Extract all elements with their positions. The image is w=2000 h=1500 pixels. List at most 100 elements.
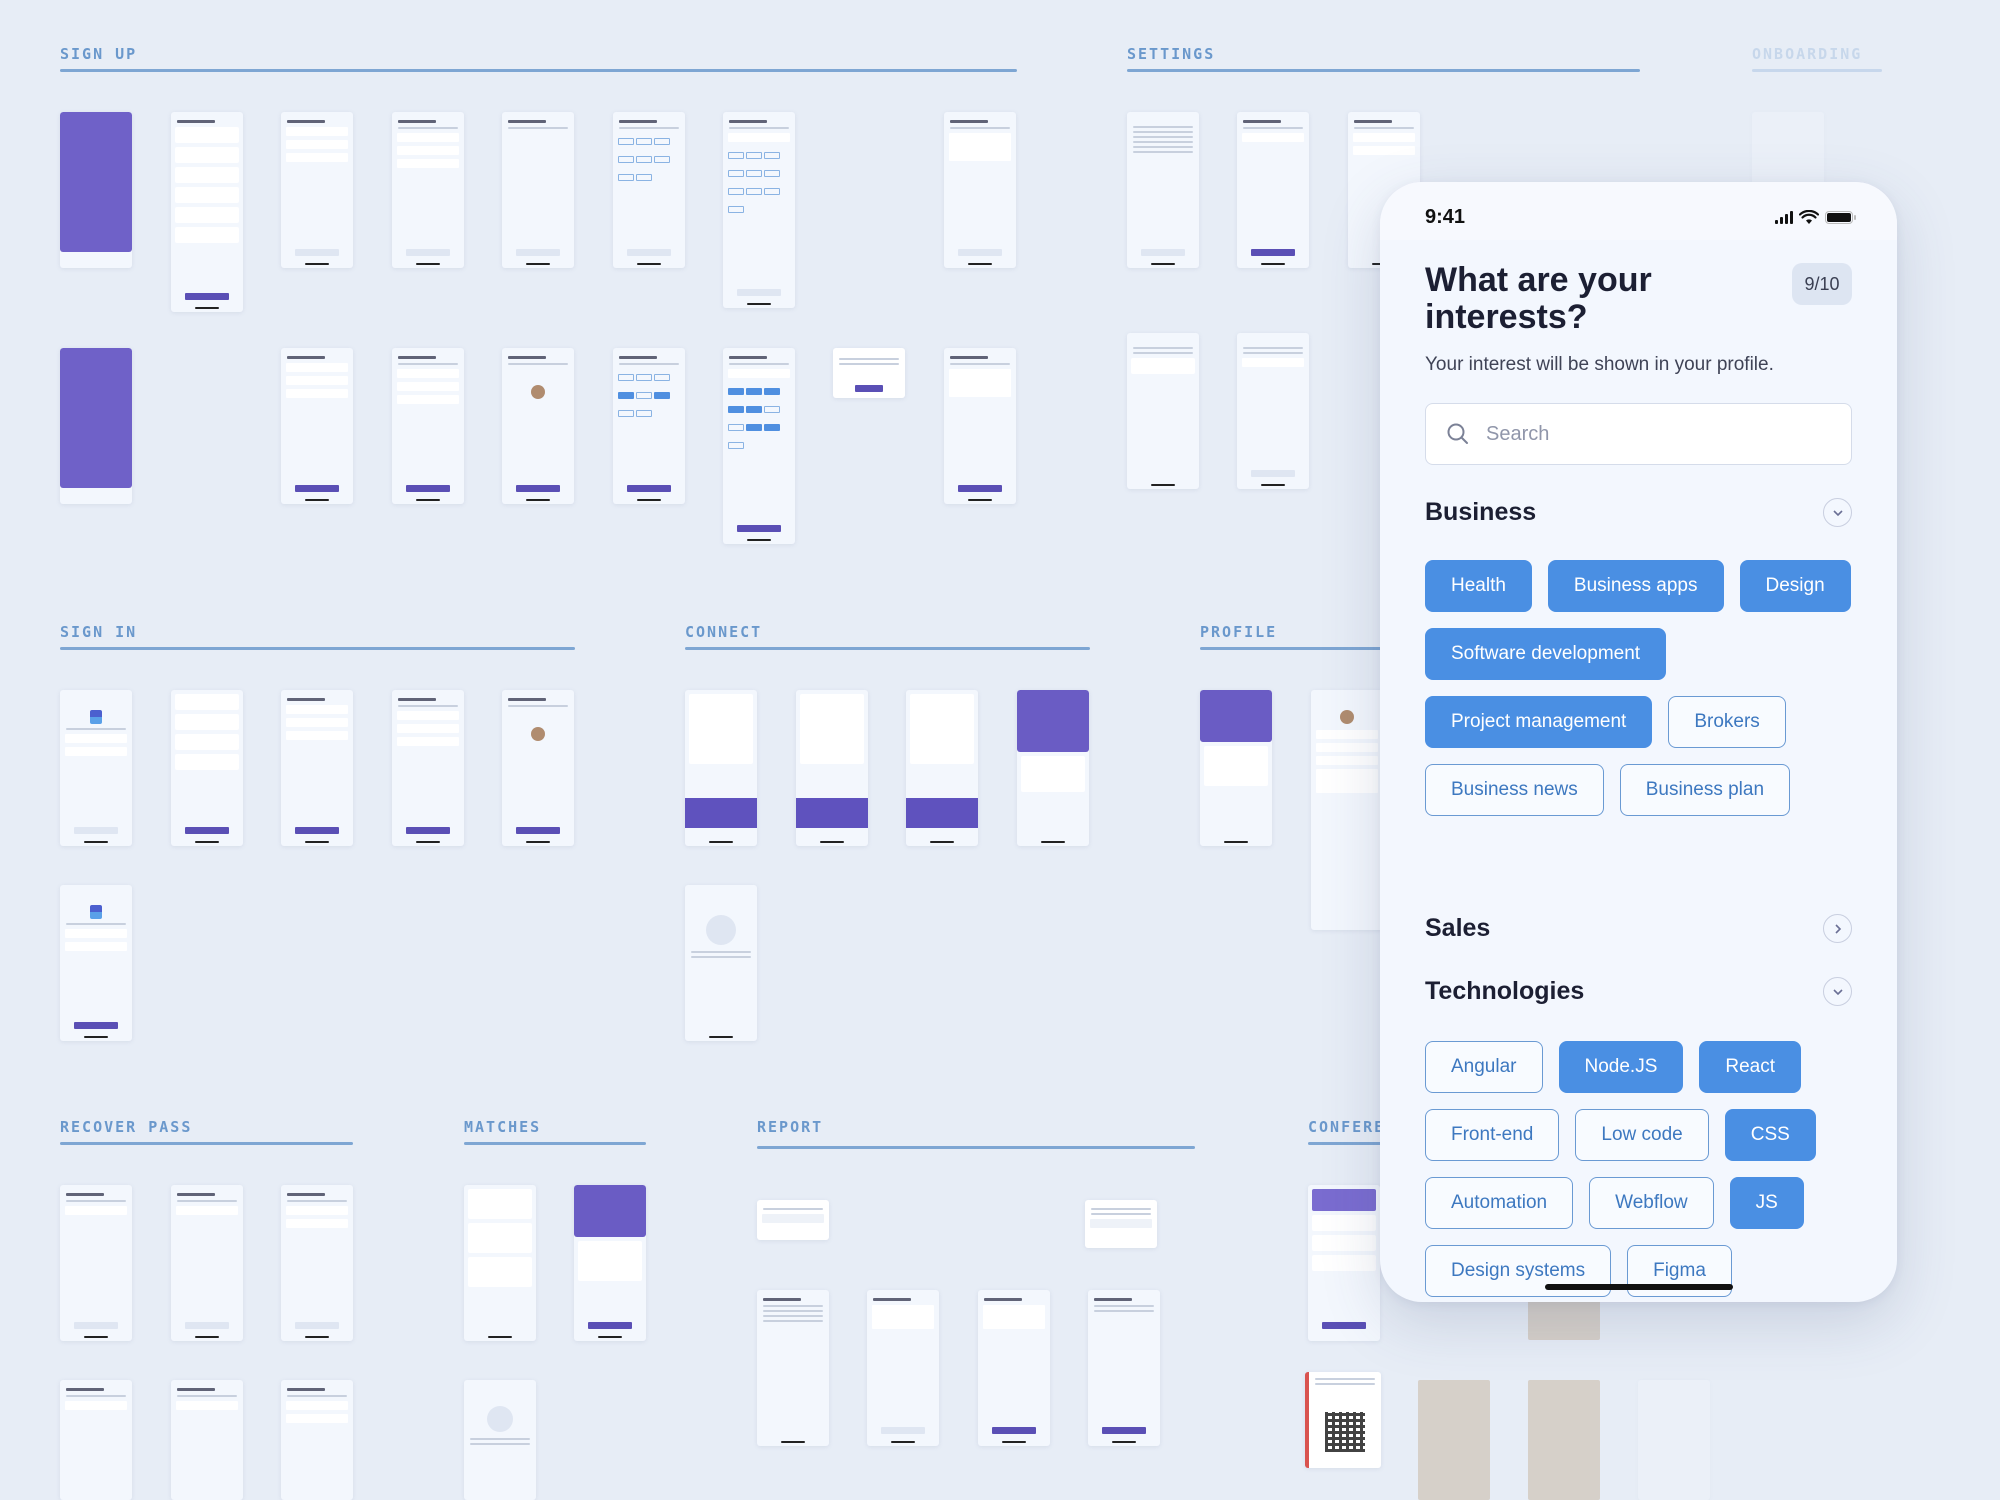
screen-thumbnail-new-password-filled[interactable] [281, 1380, 353, 1500]
interests-phone-screen: 9:41 What are your interests? 9/10 Your … [1380, 182, 1897, 1302]
section-title-sign-in: SIGN IN [60, 623, 138, 641]
interest-chip[interactable]: Health [1425, 560, 1532, 612]
screen-thumbnail-sign-up-bio-filled[interactable] [944, 348, 1016, 504]
screen-thumbnail-password-recovery-filled[interactable] [60, 1380, 132, 1500]
screen-thumbnail-report-reason[interactable] [757, 1290, 829, 1446]
screen-thumbnail-sign-up-looking-for-filled[interactable] [613, 348, 685, 504]
screen-thumbnail-sign-in-photo[interactable] [502, 690, 574, 846]
screen-thumbnail-sign-up-photo[interactable] [502, 112, 574, 268]
screen-thumbnail-profile-edit[interactable] [1311, 690, 1383, 930]
screen-thumbnail-settings-menu[interactable] [1127, 112, 1199, 268]
home-indicator [1545, 1284, 1733, 1290]
interest-chip[interactable]: Front-end [1425, 1109, 1560, 1161]
screen-thumbnail-sign-up-welcome[interactable] [60, 112, 132, 268]
screen-thumbnail-conference-code[interactable] [1638, 1380, 1710, 1500]
section-title-connect: CONNECT [685, 623, 763, 641]
interest-chip[interactable]: Design [1739, 560, 1851, 612]
screen-thumbnail-sign-up-social-filled[interactable] [392, 348, 464, 504]
section-title-recover-pass: RECOVER PASS [60, 1118, 193, 1136]
interest-chip[interactable]: Business news [1425, 764, 1604, 816]
interest-chip[interactable]: Project management [1425, 696, 1653, 748]
screen-thumbnail-conference-qr[interactable] [1305, 1372, 1381, 1468]
photo-mockup [1528, 1300, 1600, 1340]
cellular-signal-icon [1775, 210, 1793, 224]
screen-thumbnail-report-thanks[interactable] [1088, 1290, 1160, 1446]
screen-thumbnail-match-profile[interactable] [574, 1185, 646, 1341]
screen-thumbnail-sign-up-basic-info[interactable] [281, 112, 353, 268]
photo-mockup-app-icons [1528, 1380, 1600, 1500]
category-title: Technologies [1425, 977, 1585, 1005]
screen-thumbnail-sign-up-welcome-filled[interactable] [60, 348, 132, 504]
section-divider [685, 647, 1090, 650]
screen-thumbnail-connect-card-1[interactable] [685, 690, 757, 846]
screen-thumbnail-report-specify[interactable] [867, 1290, 939, 1446]
category-business-header[interactable]: Business [1425, 498, 1852, 527]
screen-thumbnail-sign-up-photo-filled[interactable] [502, 348, 574, 504]
category-technologies-header[interactable]: Technologies [1425, 977, 1852, 1006]
screen-thumbnail-sign-up-social[interactable] [392, 112, 464, 268]
screen-thumbnail-matches-empty[interactable] [464, 1380, 536, 1500]
section-divider [1752, 69, 1882, 72]
screen-thumbnail-sign-up-looking-for[interactable] [613, 112, 685, 268]
screen-thumbnail-connect-card-2[interactable] [796, 690, 868, 846]
chevron-down-icon[interactable] [1823, 977, 1852, 1006]
screen-thumbnail-connect-empty[interactable] [685, 885, 757, 1041]
interest-chip[interactable]: Low code [1575, 1109, 1709, 1161]
interest-chip[interactable]: Software development [1425, 628, 1667, 680]
screen-thumbnail-sign-up-goals[interactable] [171, 112, 243, 312]
page-subtitle: Your interest will be shown in your prof… [1425, 354, 1774, 375]
screen-thumbnail-sign-up-interests-filled[interactable] [723, 348, 795, 544]
chevron-down-icon[interactable] [1823, 498, 1852, 527]
category-sales-header[interactable]: Sales [1425, 914, 1852, 943]
interest-chip[interactable]: Brokers [1668, 696, 1786, 748]
screen-thumbnail-conference-list[interactable] [1308, 1185, 1380, 1341]
search-input[interactable] [1484, 421, 1851, 447]
screen-thumbnail-sign-up-bio[interactable] [944, 112, 1016, 268]
screen-thumbnail-password-recovery[interactable] [60, 1185, 132, 1341]
screen-thumbnail-report-specify-filled[interactable] [978, 1290, 1050, 1446]
screen-thumbnail-sign-in-filled[interactable] [60, 885, 132, 1041]
screen-thumbnail-settings-email-sent[interactable] [1237, 333, 1309, 489]
screen-thumbnail-sign-in[interactable] [60, 690, 132, 846]
screen-thumbnail-settings-change-email[interactable] [1237, 112, 1309, 268]
category-title: Business [1425, 498, 1537, 526]
screen-thumbnail-sign-in-social[interactable] [392, 690, 464, 846]
screen-thumbnail-connect-card-3[interactable] [906, 690, 978, 846]
interest-chip[interactable]: JS [1729, 1177, 1804, 1229]
screen-thumbnail-check-email-filled[interactable] [171, 1380, 243, 1500]
screen-thumbnail-connect-profile[interactable] [1017, 690, 1089, 846]
section-divider [1127, 69, 1640, 72]
screen-thumbnail-settings-notifications[interactable] [1127, 333, 1199, 489]
screen-thumbnail-sign-up-basic-info-filled[interactable] [281, 348, 353, 504]
screen-thumbnail-new-password[interactable] [281, 1185, 353, 1341]
screen-thumbnail-profile[interactable] [1200, 690, 1272, 846]
step-counter-badge: 9/10 [1792, 263, 1852, 305]
interest-chip[interactable]: React [1699, 1041, 1802, 1093]
photo-mockup-qr [1418, 1380, 1490, 1500]
interest-chip[interactable]: Automation [1425, 1177, 1574, 1229]
screen-thumbnail-matches-list[interactable] [464, 1185, 536, 1341]
screen-thumbnail-sign-up-interests[interactable] [723, 112, 795, 308]
interest-chip[interactable]: Business plan [1619, 764, 1791, 816]
qr-code-icon [1325, 1412, 1365, 1452]
page-title: What are your interests? [1425, 261, 1652, 336]
status-time: 9:41 [1425, 205, 1466, 228]
section-divider [1308, 1142, 1388, 1145]
section-title-report: REPORT [757, 1118, 824, 1136]
screen-thumbnail-report-sheet[interactable] [757, 1200, 829, 1240]
interest-chip[interactable]: Webflow [1589, 1177, 1714, 1229]
screen-thumbnail-check-email[interactable] [171, 1185, 243, 1341]
section-divider [60, 1142, 353, 1145]
status-icons [1775, 209, 1856, 225]
screen-thumbnail-report-options[interactable] [1085, 1200, 1157, 1248]
screen-thumbnail-sign-in-basic-info[interactable] [281, 690, 353, 846]
interest-chip[interactable]: Node.JS [1558, 1041, 1684, 1093]
wifi-icon [1799, 209, 1819, 224]
interest-chip[interactable]: Business apps [1547, 560, 1724, 612]
interest-chip[interactable]: Angular [1425, 1041, 1543, 1093]
screen-thumbnail-limit-dialog[interactable] [833, 348, 905, 398]
chevron-right-icon[interactable] [1823, 914, 1852, 943]
interest-chip[interactable]: CSS [1724, 1109, 1816, 1161]
search-field[interactable] [1425, 403, 1852, 465]
screen-thumbnail-sign-in-accounts[interactable] [171, 690, 243, 846]
